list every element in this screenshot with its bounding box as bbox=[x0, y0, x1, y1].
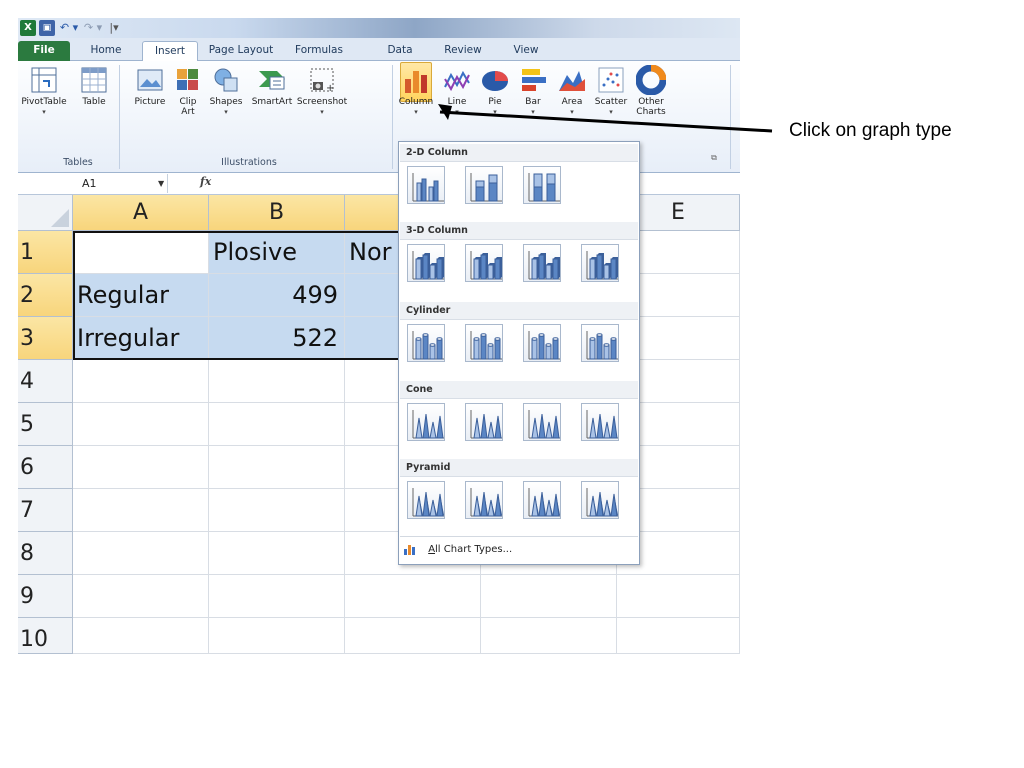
annotation-arrow bbox=[438, 104, 773, 133]
annotation-label: Click on graph type bbox=[789, 120, 952, 141]
slide: X ▣ ↶ ▾ ↷ ▾ |▾ File Home Insert Page Lay… bbox=[0, 0, 1024, 768]
